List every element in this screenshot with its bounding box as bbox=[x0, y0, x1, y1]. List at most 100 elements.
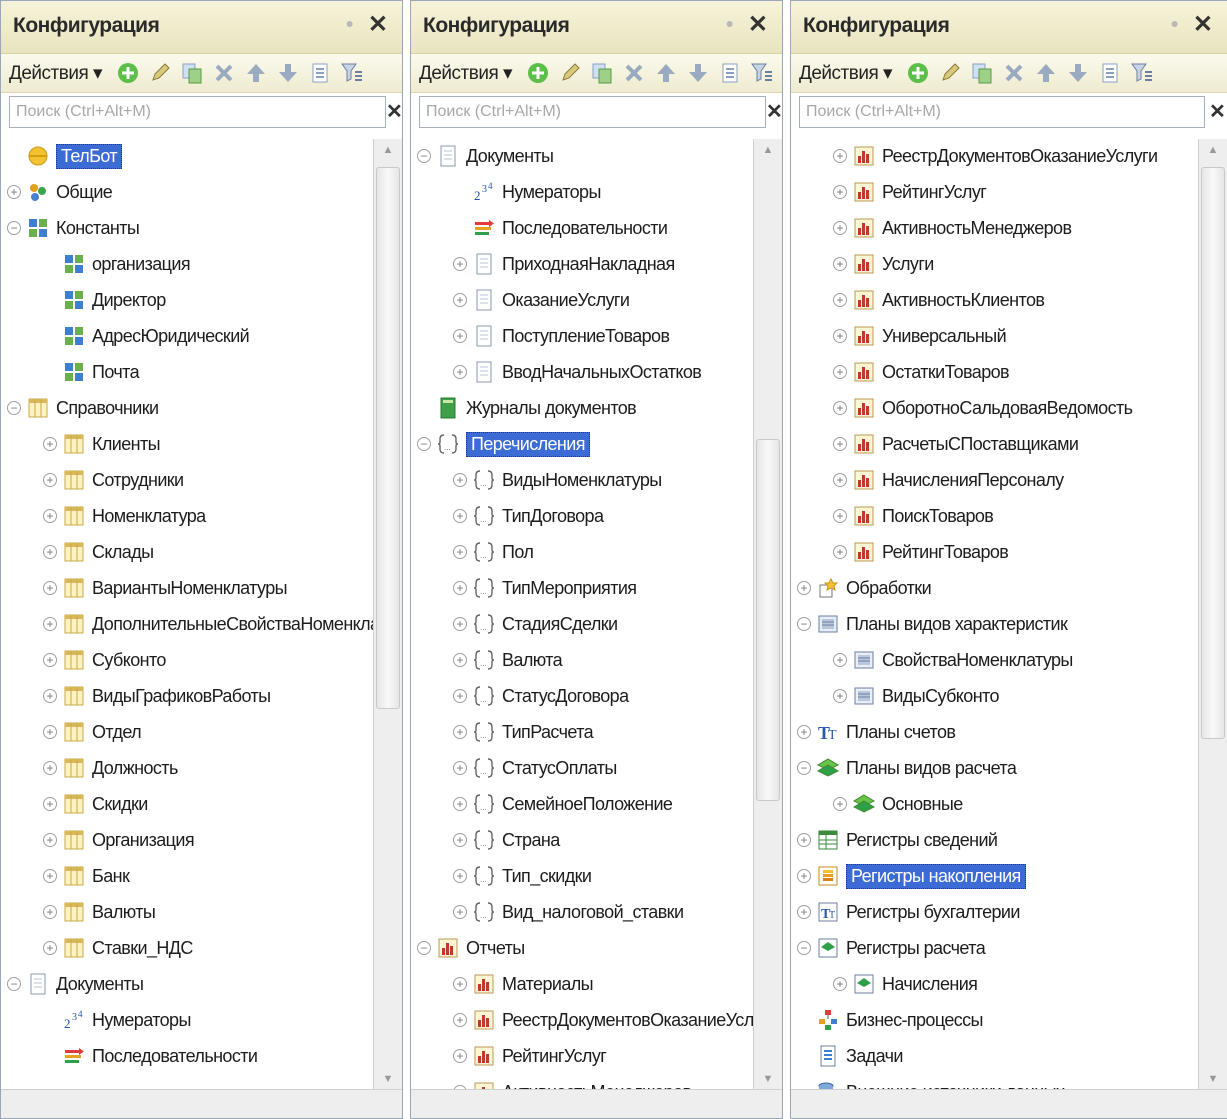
scroll-down-icon[interactable]: ▼ bbox=[754, 1068, 782, 1090]
move-up-icon[interactable] bbox=[240, 57, 272, 89]
tree-node-рейтингуслуг[interactable]: + РейтингУслуг bbox=[833, 175, 987, 209]
pin-icon[interactable]: ● bbox=[1171, 15, 1179, 31]
tree-node-статусдоговора[interactable]: +... СтатусДоговора bbox=[453, 679, 629, 713]
tree-node-вид-налоговой-ставки[interactable]: +... Вид_налоговой_ставки bbox=[453, 895, 684, 929]
tree-node-оборотносальдоваяведомость[interactable]: + ОборотноСальдоваяВедомость bbox=[833, 391, 1133, 425]
expand-icon[interactable]: + bbox=[833, 473, 847, 487]
expand-icon[interactable]: + bbox=[453, 977, 467, 991]
scroll-up-icon[interactable]: ▲ bbox=[754, 139, 782, 161]
tree-node-телбот[interactable]: ТелБот bbox=[7, 139, 122, 173]
expand-icon[interactable]: + bbox=[43, 617, 57, 631]
tree-node-регистры-расчета[interactable]: − Регистры расчета bbox=[797, 931, 986, 965]
scroll-down-icon[interactable]: ▼ bbox=[374, 1068, 402, 1090]
tree-node-скидки[interactable]: + Скидки bbox=[43, 787, 148, 821]
tree-node-основные[interactable]: + Основные bbox=[833, 787, 963, 821]
tree-node-журналы-документов[interactable]: Журналы документов bbox=[417, 391, 637, 425]
collapse-icon[interactable]: − bbox=[7, 221, 21, 235]
expand-icon[interactable]: + bbox=[43, 473, 57, 487]
filter-icon[interactable] bbox=[1126, 57, 1158, 89]
search-input[interactable] bbox=[420, 97, 765, 127]
expand-icon[interactable]: + bbox=[453, 725, 467, 739]
tree-node-стадиясделки[interactable]: +... СтадияСделки bbox=[453, 607, 618, 641]
tree-node-директор[interactable]: Директор bbox=[43, 283, 166, 317]
tree-node-универсальный[interactable]: + Универсальный bbox=[833, 319, 1007, 353]
tree-node-свойстваноменклатуры[interactable]: + СвойстваНоменклатуры bbox=[833, 643, 1073, 677]
expand-icon[interactable]: + bbox=[797, 581, 811, 595]
filter-icon[interactable] bbox=[746, 57, 778, 89]
collapse-icon[interactable]: − bbox=[797, 617, 811, 631]
expand-icon[interactable]: + bbox=[453, 833, 467, 847]
tree-node-обработки[interactable]: + Обработки bbox=[797, 571, 932, 605]
search-input[interactable] bbox=[10, 97, 385, 127]
scroll-thumb[interactable] bbox=[1201, 167, 1225, 739]
tree-node-активностьклиентов[interactable]: + АктивностьКлиентов bbox=[833, 283, 1045, 317]
tree-node-валюты[interactable]: + Валюты bbox=[43, 895, 156, 929]
expand-icon[interactable]: + bbox=[833, 257, 847, 271]
tree-node-поисктоваров[interactable]: + ПоискТоваров bbox=[833, 499, 994, 533]
move-up-icon[interactable] bbox=[650, 57, 682, 89]
tree-node-пол[interactable]: +... Пол bbox=[453, 535, 534, 569]
tree-node-материалы[interactable]: + Материалы bbox=[453, 967, 594, 1001]
tree-node-последовательности[interactable]: Последовательности bbox=[43, 1039, 258, 1073]
tree-node-справочники[interactable]: − Справочники bbox=[7, 391, 159, 425]
expand-icon[interactable]: + bbox=[833, 365, 847, 379]
edit-icon[interactable] bbox=[144, 57, 176, 89]
move-down-icon[interactable] bbox=[682, 57, 714, 89]
actions-menu-button[interactable]: Действия ▾ bbox=[9, 62, 103, 85]
expand-icon[interactable]: + bbox=[43, 761, 57, 775]
expand-icon[interactable]: + bbox=[453, 509, 467, 523]
expand-icon[interactable]: + bbox=[453, 1049, 467, 1063]
expand-icon[interactable]: + bbox=[833, 401, 847, 415]
search-input[interactable] bbox=[800, 97, 1204, 127]
collapse-icon[interactable]: − bbox=[7, 401, 21, 415]
tree-node-общие[interactable]: + Общие bbox=[7, 175, 113, 209]
tree-node-дополнительныесвойстваноменклат[interactable]: + ДополнительныеСвойстваНоменклат bbox=[43, 607, 387, 641]
tree-node-статусоплаты[interactable]: +... СтатусОплаты bbox=[453, 751, 617, 785]
tree-node-видыноменклатуры[interactable]: +... ВидыНоменклатуры bbox=[453, 463, 662, 497]
tree-node-видыграфиковработы[interactable]: + ВидыГрафиковРаботы bbox=[43, 679, 271, 713]
expand-icon[interactable]: + bbox=[833, 977, 847, 991]
tree-node-вводначальныхостатков[interactable]: + ВводНачальныхОстатков bbox=[453, 355, 702, 389]
expand-icon[interactable]: + bbox=[453, 581, 467, 595]
expand-icon[interactable]: + bbox=[43, 797, 57, 811]
tree-node-приходнаянакладная[interactable]: + ПриходнаяНакладная bbox=[453, 247, 675, 281]
tree-node-организация[interactable]: организация bbox=[43, 247, 191, 281]
tree-node-адресюридический[interactable]: АдресЮридический bbox=[43, 319, 250, 353]
properties-icon[interactable] bbox=[1094, 57, 1126, 89]
search-clear-icon[interactable]: ✕ bbox=[386, 96, 402, 128]
expand-icon[interactable]: + bbox=[43, 725, 57, 739]
tree-node-реестрдокументовоказаниеуслуги[interactable]: + РеестрДокументовОказаниеУслуги bbox=[453, 1003, 778, 1037]
search-clear-icon[interactable]: ✕ bbox=[766, 96, 782, 128]
tree-node-планы-счетов[interactable]: + T T Планы счетов bbox=[797, 715, 956, 749]
tree-node-типдоговора[interactable]: +... ТипДоговора bbox=[453, 499, 604, 533]
tree-node-планы-видов-характеристик[interactable]: − Планы видов характеристик bbox=[797, 607, 1068, 641]
expand-icon[interactable]: + bbox=[43, 581, 57, 595]
tree-node-рейтингтоваров[interactable]: + РейтингТоваров bbox=[833, 535, 1009, 569]
copy-icon[interactable] bbox=[176, 57, 208, 89]
horizontal-scrollbar[interactable] bbox=[791, 1089, 1227, 1118]
horizontal-scrollbar[interactable] bbox=[1, 1089, 402, 1118]
tree-node-страна[interactable]: +... Страна bbox=[453, 823, 560, 857]
expand-icon[interactable]: + bbox=[453, 869, 467, 883]
tree-node-расчетыспоставщиками[interactable]: + РасчетыСПоставщиками bbox=[833, 427, 1079, 461]
expand-icon[interactable]: + bbox=[43, 869, 57, 883]
tree-node-константы[interactable]: − Константы bbox=[7, 211, 140, 245]
tree-node-тип-скидки[interactable]: +... Тип_скидки bbox=[453, 859, 592, 893]
expand-icon[interactable]: + bbox=[453, 689, 467, 703]
pin-icon[interactable]: ● bbox=[726, 15, 734, 31]
expand-icon[interactable]: + bbox=[43, 509, 57, 523]
expand-icon[interactable]: + bbox=[43, 545, 57, 559]
delete-icon[interactable] bbox=[618, 57, 650, 89]
tree-node-регистры-бухгалтерии[interactable]: + T T Регистры бухгалтерии bbox=[797, 895, 1020, 929]
tree-node-должность[interactable]: + Должность bbox=[43, 751, 178, 785]
expand-icon[interactable]: + bbox=[833, 509, 847, 523]
expand-icon[interactable]: + bbox=[43, 905, 57, 919]
tree-node-активностьменеджеров[interactable]: + АктивностьМенеджеров bbox=[833, 211, 1072, 245]
actions-menu-button[interactable]: Действия ▾ bbox=[799, 62, 893, 85]
close-icon[interactable]: ✕ bbox=[748, 10, 768, 39]
expand-icon[interactable]: + bbox=[453, 761, 467, 775]
tree-node-номенклатура[interactable]: + Номенклатура bbox=[43, 499, 206, 533]
tree-node-субконто[interactable]: + Субконто bbox=[43, 643, 166, 677]
tree-node-рейтингуслуг[interactable]: + РейтингУслуг bbox=[453, 1039, 607, 1073]
expand-icon[interactable]: + bbox=[43, 437, 57, 451]
